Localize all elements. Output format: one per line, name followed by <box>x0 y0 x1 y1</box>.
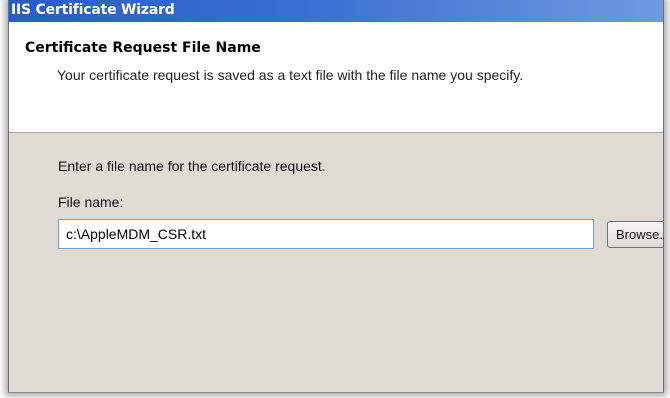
page-title: Certificate Request File Name <box>25 40 261 56</box>
page-description: Your certificate request is saved as a t… <box>57 67 524 83</box>
wizard-header: Certificate Request File Name Your certi… <box>9 22 663 133</box>
file-name-label: File name: <box>58 194 124 210</box>
browse-button[interactable]: Browse... <box>607 221 663 248</box>
wizard-window: IIS Certificate Wizard Certificate Reque… <box>8 0 664 393</box>
title-bar: IIS Certificate Wizard <box>9 0 663 22</box>
file-name-input[interactable] <box>58 219 594 249</box>
window-title: IIS Certificate Wizard <box>11 2 175 18</box>
instruction-text: Enter a file name for the certificate re… <box>58 158 326 174</box>
